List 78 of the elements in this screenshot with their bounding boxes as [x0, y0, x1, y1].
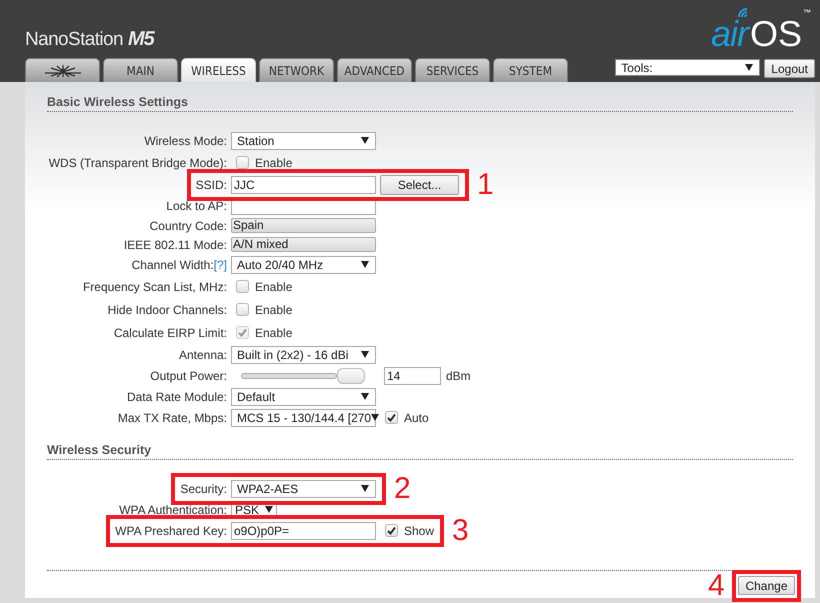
select-field[interactable]: Auto 20/40 MHz	[231, 256, 376, 274]
select-field[interactable]: MCS 15 - 130/144.4 [270	[231, 408, 376, 426]
change-button[interactable]: Change	[738, 576, 795, 595]
select-field[interactable]: WPA2-AES	[231, 480, 376, 498]
checkbox[interactable]	[385, 524, 398, 537]
checkbox[interactable]	[236, 280, 249, 293]
field-label: IEEE 802.11 Mode:	[124, 238, 227, 252]
field-label: WPA Authentication:	[119, 502, 227, 516]
tab[interactable]: MAIN	[103, 58, 178, 82]
starburst-icon	[42, 64, 82, 76]
unit-label: dBm	[446, 368, 471, 382]
caret-icon	[361, 351, 369, 358]
caret-icon	[371, 414, 380, 421]
select-field[interactable]: Default	[231, 388, 376, 406]
field-label: Security:	[180, 482, 227, 496]
caret-icon	[361, 485, 369, 492]
checkbox[interactable]	[236, 156, 249, 169]
readonly-field: Spain	[231, 218, 376, 233]
checkbox[interactable]	[236, 303, 249, 316]
help-link[interactable]: [?]	[214, 258, 227, 272]
tab[interactable]: SYSTEM	[493, 58, 568, 82]
product-name: NanoStation	[25, 29, 123, 51]
callout-number: 1	[477, 168, 494, 202]
checkbox[interactable]	[385, 411, 398, 424]
field-label: Wireless Mode:	[144, 134, 227, 148]
tab[interactable]	[25, 58, 100, 82]
checkbox-label: Enable	[255, 302, 292, 316]
wifi-icon	[738, 8, 748, 18]
checkbox-label: Auto	[404, 410, 429, 424]
check-icon	[387, 413, 396, 422]
caret-icon	[361, 261, 369, 268]
callout-number: 3	[452, 514, 469, 548]
input-field[interactable]: o9O)p0P=	[231, 522, 376, 540]
field-label: Lock to AP:	[166, 198, 227, 212]
callout-number: 2	[394, 472, 411, 506]
trademark: ™	[803, 8, 811, 17]
tab[interactable]: NETWORK	[259, 58, 334, 82]
field-label: WPA Preshared Key:	[115, 524, 227, 538]
field-label: Max TX Rate, Mbps:	[118, 410, 227, 424]
callout-frame	[732, 570, 801, 602]
tab[interactable]: SERVICES	[415, 58, 490, 82]
field-label: Data Rate Module:	[126, 390, 227, 404]
tab[interactable]: ADVANCED	[337, 58, 412, 82]
check-icon	[387, 526, 396, 535]
field-label: Hide Indoor Channels:	[108, 302, 227, 316]
caret-icon	[361, 393, 369, 400]
field-label: Country Code:	[150, 218, 227, 232]
caret-icon	[745, 64, 754, 71]
readonly-field: A/N mixed	[231, 237, 376, 252]
select-field[interactable]: Built in (2x2) - 16 dBi	[231, 346, 376, 364]
section-title: Basic Wireless Settings	[47, 94, 793, 112]
select-button[interactable]: Select...	[380, 174, 459, 194]
slider-thumb[interactable]	[337, 368, 366, 384]
caret-icon	[361, 137, 369, 144]
model-name: M5	[128, 28, 154, 51]
check-icon	[238, 328, 247, 337]
field-label: Calculate EIRP Limit:	[114, 326, 227, 340]
section-title: Wireless Security	[47, 442, 793, 460]
select-field[interactable]: Station	[231, 132, 376, 150]
field-label: SSID:	[196, 178, 227, 192]
field-label: Channel Width:	[132, 258, 214, 272]
checkbox-label: Show	[404, 524, 434, 538]
checkbox-label: Enable	[255, 326, 292, 340]
field-label: Frequency Scan List, MHz:	[82, 280, 227, 294]
caret-icon	[265, 506, 273, 513]
field-label: Output Power:	[150, 368, 227, 382]
select-field[interactable]: Tools:	[615, 59, 760, 76]
input-field[interactable]: JJC	[231, 176, 376, 194]
field-label: Antenna:	[178, 348, 227, 362]
logo-text: OS	[750, 20, 802, 48]
tab[interactable]: WIRELESS	[181, 58, 256, 82]
callout-number: 4	[708, 568, 725, 602]
input-field[interactable]: 14	[384, 366, 441, 384]
field-label: WDS (Transparent Bridge Mode):	[48, 156, 227, 170]
logout-button[interactable]: Logout	[764, 59, 815, 78]
checkbox-label: Enable	[255, 156, 292, 170]
checkbox-label: Enable	[255, 280, 292, 294]
logo-text: air	[710, 20, 748, 48]
